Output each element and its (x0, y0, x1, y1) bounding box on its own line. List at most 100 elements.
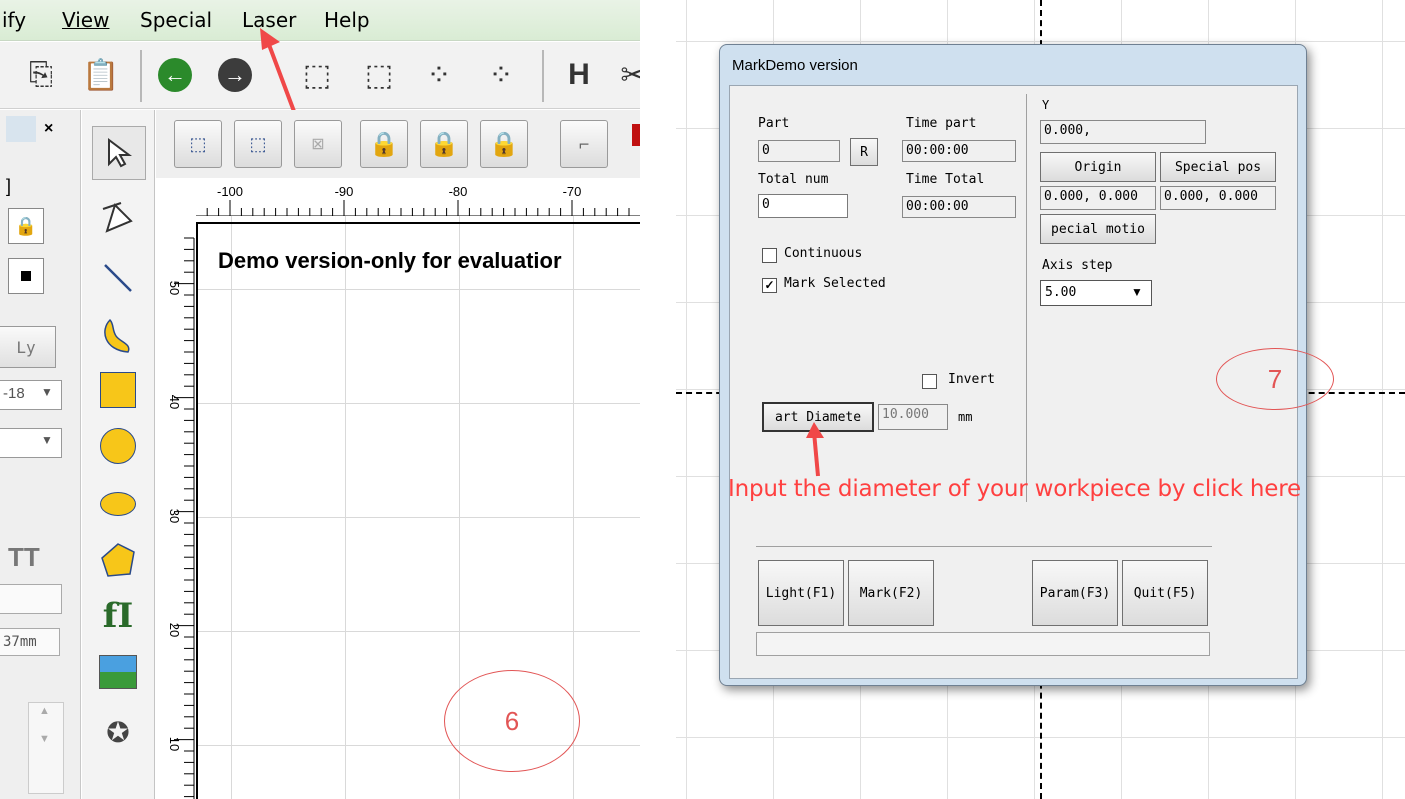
total-num-input[interactable]: 0 (758, 194, 848, 218)
time-part-field: 00:00:00 (902, 140, 1016, 162)
callout-right: 7 (1216, 348, 1334, 410)
lock-object-icon[interactable]: 🔒 (360, 120, 408, 168)
quit-button[interactable]: Quit(F5) (1122, 560, 1208, 626)
origin-button[interactable]: Origin (1040, 152, 1156, 182)
close-icon[interactable]: × (44, 120, 53, 138)
annotation-arrow-diameter (806, 422, 824, 477)
ungroup-objects-icon[interactable]: ⬚ (234, 120, 282, 168)
spacing-field[interactable] (0, 584, 62, 614)
ruler-tick-label: -100 (217, 184, 243, 199)
circle-tool-icon[interactable] (92, 420, 144, 472)
chevron-down-icon: ▼ (1131, 285, 1143, 299)
object-toolbar: ⬚ ⬚ ⊠ 🔒 🔒 🔒 ⌐ (156, 110, 640, 179)
ruler-tick-label: 10 (167, 737, 182, 751)
grid-icon[interactable] (8, 258, 44, 294)
copy-icon[interactable]: ⎘ (20, 54, 62, 96)
lock-icon[interactable]: 🔒 (8, 208, 44, 244)
callout-left: 6 (444, 670, 580, 772)
part-label: Part (758, 116, 790, 131)
back-arrow-icon: ← (158, 58, 192, 92)
color-marker (632, 124, 640, 146)
diameter-field[interactable]: 10.000 (878, 404, 948, 430)
scroll-up-icon[interactable]: ▲ (39, 705, 50, 717)
panel-tab[interactable] (6, 116, 36, 142)
delete-group-icon[interactable]: ⊠ (294, 120, 342, 168)
chevron-down-icon: ▼ (41, 433, 53, 447)
scroll-down-icon[interactable]: ▼ (39, 733, 50, 745)
dialog-title: MarkDemo version (732, 57, 858, 74)
menu-help[interactable]: Help (324, 8, 370, 32)
origin-value-field: 0.000, 0.000 (1040, 186, 1156, 210)
dimension-field[interactable]: 37mm (0, 628, 60, 656)
lock-all-icon[interactable]: 🔒 (480, 120, 528, 168)
special-pos-value-field: 0.000, 0.000 (1160, 186, 1276, 210)
scrollbar[interactable]: ▲ ▼ (28, 702, 64, 794)
mark-dialog: MarkDemo version Part 0 R Time part 00:0… (719, 44, 1307, 686)
curve-tool-icon[interactable] (92, 310, 144, 362)
ruler-tick-label: 50 (167, 281, 182, 295)
ruler-tick-label: 30 (167, 509, 182, 523)
back-button[interactable]: ← (154, 54, 196, 96)
menu-view[interactable]: View (62, 8, 109, 32)
dialog-client-area: Part 0 R Time part 00:00:00 Total num 0 … (729, 85, 1298, 679)
y-field: 0.000, (1040, 120, 1206, 144)
node-edit-tool-icon[interactable] (92, 192, 144, 244)
invert-label: Invert (948, 372, 995, 387)
time-total-label: Time Total (906, 172, 985, 187)
rectangle-tool-icon[interactable] (92, 364, 144, 416)
hatch-icon[interactable]: H (558, 54, 600, 96)
menu-bar: ify View Special Laser Help (0, 0, 640, 41)
vector-tool-icon[interactable]: ✪ (92, 706, 144, 758)
apply-button[interactable]: Ly (0, 326, 56, 368)
size-icon[interactable]: ⌐ (560, 120, 608, 168)
continuous-checkbox[interactable] (762, 248, 777, 263)
light-button[interactable]: Light(F1) (758, 560, 844, 626)
ruler-tick-label: -80 (449, 184, 468, 199)
invert-checkbox[interactable] (922, 374, 937, 389)
draw-toolbox: fI ✪ (82, 110, 155, 799)
size-combo-value: -18 (3, 385, 25, 402)
property-panel: × ] 🔒 Ly -18 ▼ ▼ TT 37mm ▲ ▼ (0, 110, 81, 799)
text-tool-icon[interactable]: fI (92, 590, 144, 642)
menu-special[interactable]: Special (140, 8, 212, 32)
column-divider (1026, 94, 1027, 502)
page-border-top (196, 222, 640, 224)
param-button[interactable]: Param(F3) (1032, 560, 1118, 626)
annotation-text: Input the diameter of your workpiece by … (728, 476, 1301, 502)
ruler-tick-label: -70 (563, 184, 582, 199)
ruler-tick-label: 40 (167, 395, 182, 409)
special-motion-button[interactable]: pecial motio (1040, 214, 1156, 244)
text-spacing-icon[interactable]: TT (8, 542, 40, 573)
ellipse-tool-icon[interactable] (92, 478, 144, 530)
paste-icon[interactable]: 📋 (80, 54, 122, 96)
toolbar-separator (542, 50, 544, 102)
total-num-label: Total num (758, 172, 829, 187)
toolbar-separator (140, 50, 142, 102)
size-combo[interactable]: -18 ▼ (0, 380, 62, 410)
node-edit-icon[interactable]: ⁘ (480, 54, 522, 96)
bottom-group-top-line (756, 546, 1212, 547)
polygon-tool-icon[interactable] (92, 534, 144, 586)
bitmap-tool-icon[interactable] (92, 646, 144, 698)
unlock-object-icon[interactable]: 🔒 (420, 120, 468, 168)
group-objects-icon[interactable]: ⬚ (174, 120, 222, 168)
forward-arrow-icon: → (218, 58, 252, 92)
line-tool-icon[interactable] (92, 252, 144, 304)
menu-modify[interactable]: ify (2, 8, 26, 32)
time-part-label: Time part (906, 116, 977, 131)
time-total-field: 00:00:00 (902, 196, 1016, 218)
ruler-tick-label: 20 (167, 623, 182, 637)
editor-window: ify View Special Laser Help ⎘ 📋 ← → ⬚ ⬚ … (0, 0, 640, 799)
ungroup-icon[interactable]: ⬚ (358, 54, 400, 96)
reset-part-button[interactable]: R (850, 138, 878, 166)
mark-button[interactable]: Mark(F2) (848, 560, 934, 626)
axis-step-select[interactable]: 5.00 ▼ (1040, 280, 1152, 306)
axis-step-label: Axis step (1042, 258, 1113, 273)
empty-combo[interactable]: ▼ (0, 428, 62, 458)
mark-selected-checkbox[interactable]: ✓ (762, 278, 777, 293)
tool-icon[interactable]: ✂ (612, 54, 640, 96)
node-icon[interactable]: ⁘ (418, 54, 460, 96)
select-tool-icon[interactable] (92, 126, 146, 180)
progress-bar (756, 632, 1210, 656)
special-pos-button[interactable]: Special pos (1160, 152, 1276, 182)
